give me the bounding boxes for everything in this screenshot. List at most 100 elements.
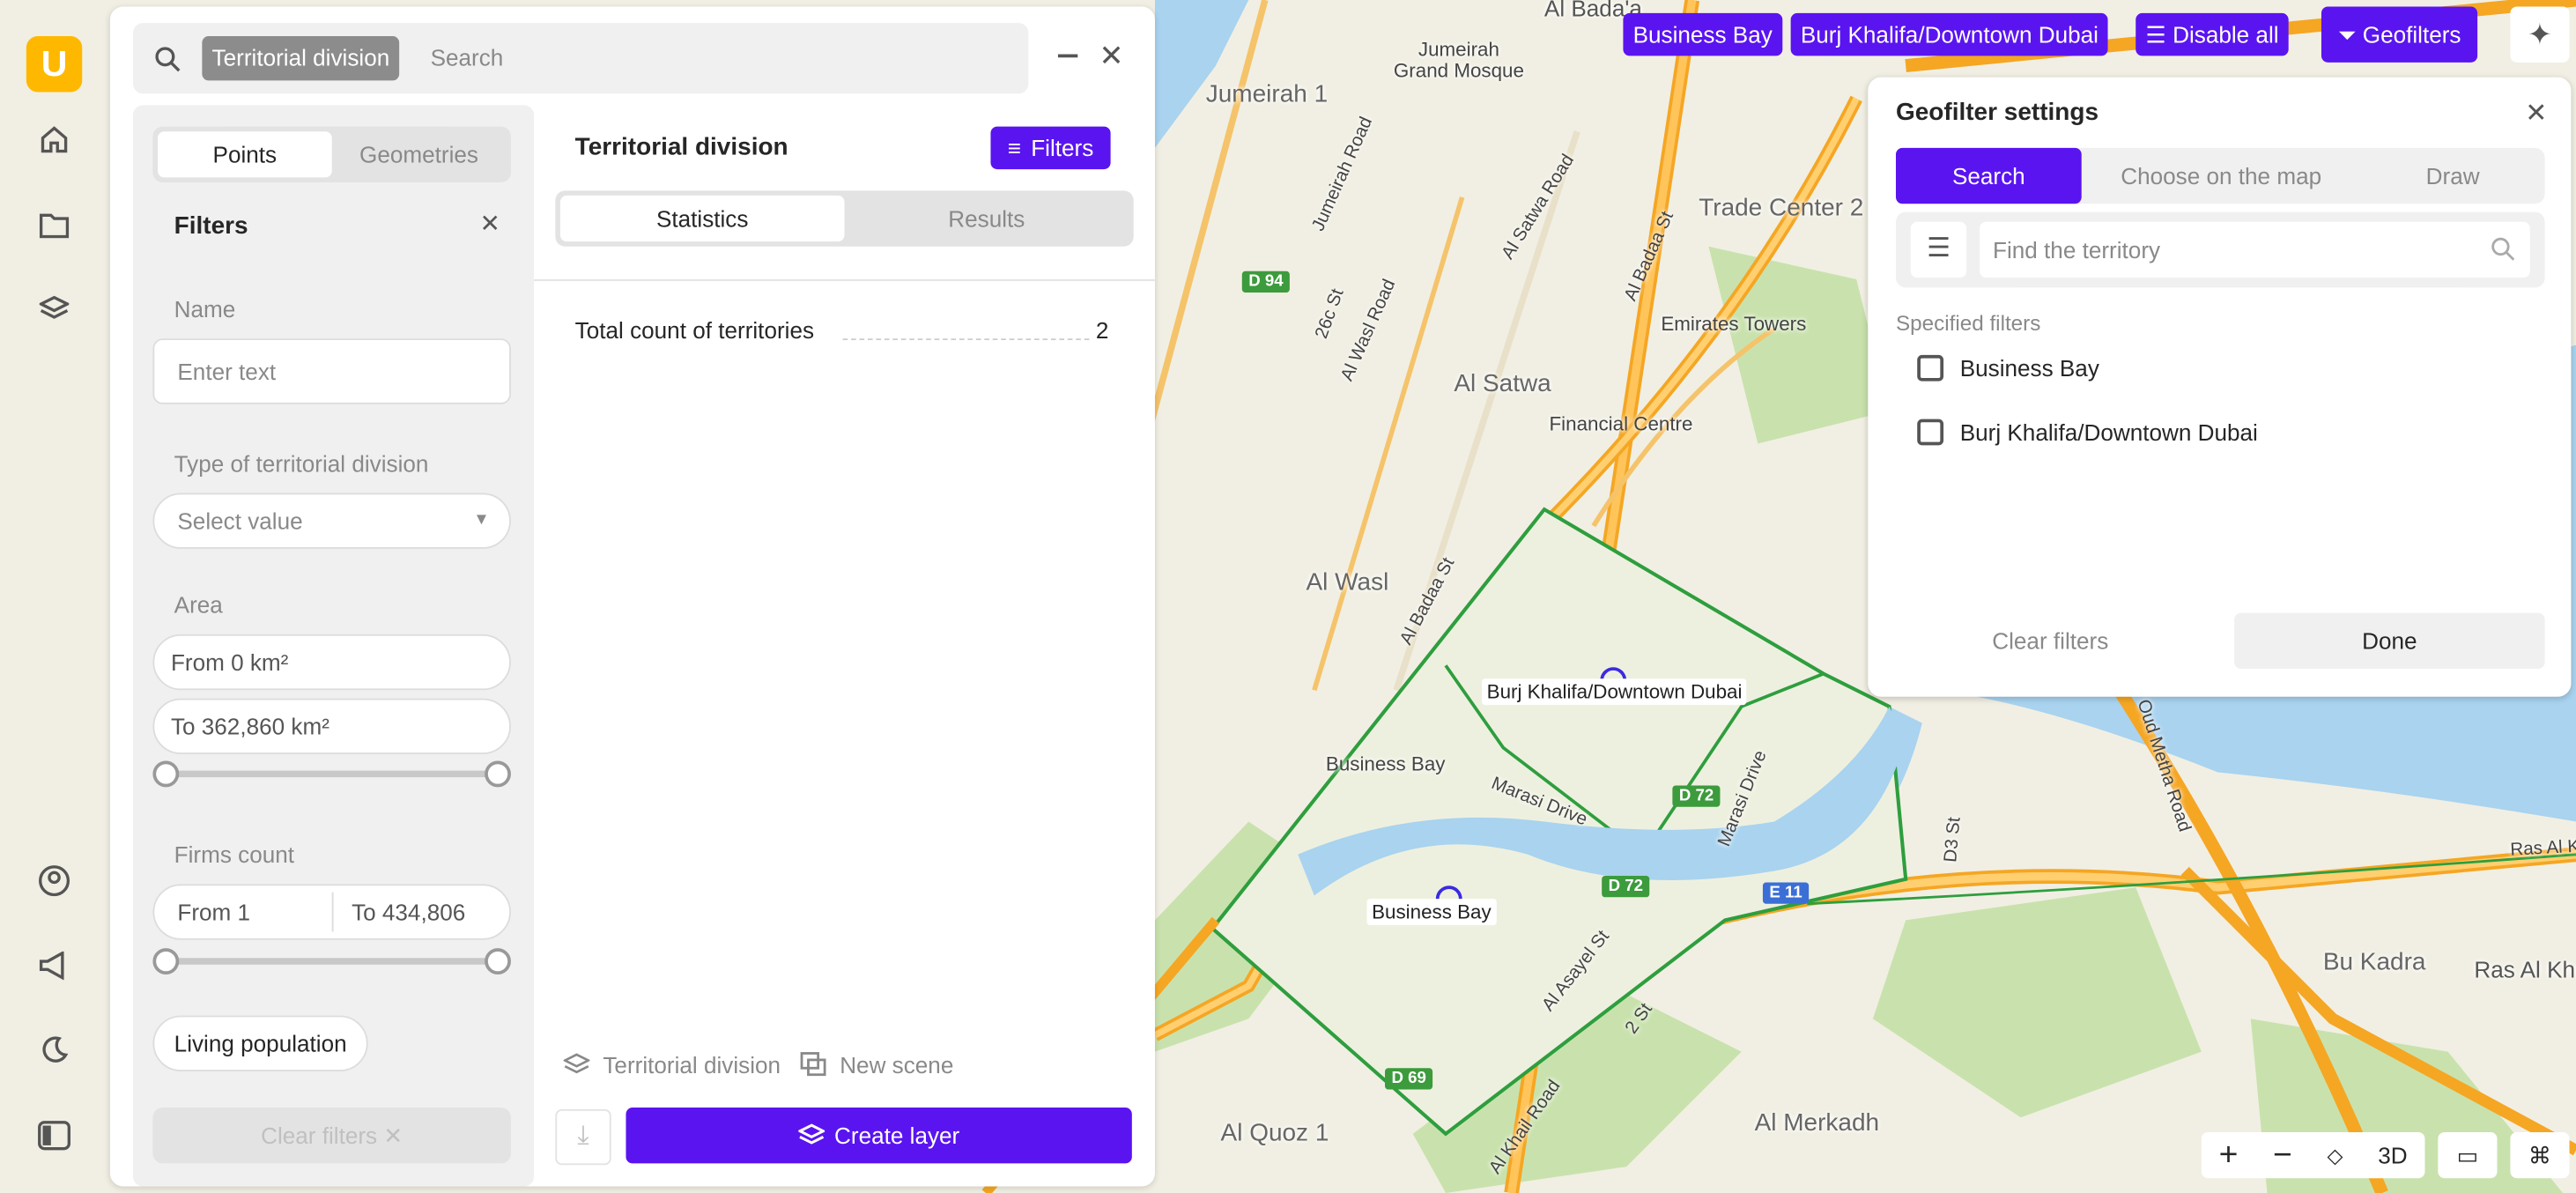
footer-layer-label: Territorial division xyxy=(603,1051,781,1078)
footer-scene-label: New scene xyxy=(840,1051,954,1078)
slider-handle[interactable] xyxy=(485,760,511,788)
ruler-icon[interactable]: ▭ xyxy=(2438,1131,2498,1179)
road-shield: E 11 xyxy=(1762,882,1810,904)
type-select[interactable]: Select value ▼ xyxy=(152,493,511,549)
done-button[interactable]: Done xyxy=(2234,612,2545,670)
street-label: D3 St xyxy=(1941,816,1965,863)
filters-button[interactable]: ≡ Filters xyxy=(990,126,1111,170)
geo-tag[interactable]: Business Bay xyxy=(1623,12,1782,56)
filters-icon: ≡ xyxy=(1007,134,1022,161)
list-icon[interactable]: ☰ xyxy=(1910,221,1967,278)
geofilter-popup: Geofilter settings ✕ Search Choose on th… xyxy=(1868,77,2572,697)
firms-range[interactable]: From 1 To 434,806 xyxy=(152,884,511,940)
clear-filters-button[interactable]: Clear filters xyxy=(1896,613,2205,669)
tab-points[interactable]: Points xyxy=(158,131,332,178)
map-label: Al Satwa xyxy=(1454,369,1551,398)
zoom-in-icon[interactable]: + xyxy=(2219,1137,2239,1174)
firms-label: Firms count xyxy=(174,841,295,868)
slider-handle[interactable] xyxy=(485,948,511,974)
sidebar-toggle-icon[interactable] xyxy=(36,1117,72,1153)
map-label: Trade Center 2 xyxy=(1699,194,1864,222)
close-filters-icon[interactable]: ✕ xyxy=(480,209,500,239)
folder-icon[interactable] xyxy=(36,207,72,243)
area-label: Area xyxy=(174,591,223,619)
map-pin-label[interactable]: Business Bay xyxy=(1366,899,1497,925)
clear-filters-label: Clear filters xyxy=(261,1122,378,1149)
name-label: Name xyxy=(174,295,236,322)
layers-icon xyxy=(563,1053,590,1074)
road-shield: D 72 xyxy=(1672,785,1721,807)
map-pin-label[interactable]: Burj Khalifa/Downtown Dubai xyxy=(1482,678,1748,706)
disable-all-button[interactable]: ☰ Disable all xyxy=(2136,12,2289,56)
tab-search[interactable]: Search xyxy=(1895,147,2082,204)
geofilter-tabs[interactable]: Search Choose on the map Draw xyxy=(1895,147,2545,204)
tab-statistics[interactable]: Statistics xyxy=(559,195,845,242)
map-label: Business Bay xyxy=(1325,752,1446,776)
panel-title: Territorial division xyxy=(574,133,788,161)
compass-icon[interactable]: ⬦ xyxy=(2327,1141,2343,1169)
zoom-out-icon[interactable]: − xyxy=(2273,1137,2292,1174)
close-icon[interactable]: ✕ xyxy=(2525,97,2547,130)
search-icon xyxy=(2491,237,2515,261)
type-label: Type of territorial division xyxy=(174,450,429,477)
firms-slider[interactable] xyxy=(152,948,511,974)
map-label: Al Wasl xyxy=(1306,568,1389,596)
slider-handle[interactable] xyxy=(152,948,180,974)
clear-filters-button[interactable]: Clear filters ✕ xyxy=(152,1108,511,1164)
stat-label: Total count of territories xyxy=(574,316,815,344)
map-label: Jumeirah 1 xyxy=(1205,80,1329,109)
results-tabs[interactable]: Statistics Results xyxy=(555,190,1134,247)
map-label: Emirates Towers xyxy=(1661,312,1807,336)
find-territory-input[interactable]: Find the territory xyxy=(1980,221,2530,278)
disable-all-label: Disable all xyxy=(2173,21,2279,48)
minimize-icon[interactable] xyxy=(1057,54,1078,58)
filters-sidebar: Points Geometries Filters ✕ Name Enter t… xyxy=(133,105,535,1187)
layers-icon[interactable] xyxy=(36,291,72,327)
tab-geometries[interactable]: Geometries xyxy=(332,131,507,177)
3d-toggle[interactable]: 3D xyxy=(2378,1142,2407,1168)
layers-icon xyxy=(798,1123,825,1145)
filter-item[interactable]: Business Bay xyxy=(1917,354,2099,382)
area-slider[interactable] xyxy=(152,760,511,788)
geofilters-button[interactable]: ⏷ Geofilters xyxy=(2321,6,2478,63)
close-icon[interactable]: ✕ xyxy=(1099,40,1124,74)
filter-item[interactable]: Burj Khalifa/Downtown Dubai xyxy=(1917,419,2258,446)
living-population-chip[interactable]: Living population xyxy=(152,1015,368,1071)
stat-value: 2 xyxy=(1095,316,1109,344)
filters-button-label: Filters xyxy=(1031,134,1094,161)
points-geometries-toggle[interactable]: Points Geometries xyxy=(152,126,511,183)
filters-title: Filters xyxy=(174,211,248,241)
megaphone-icon[interactable] xyxy=(36,948,72,984)
divider xyxy=(534,279,1155,281)
moon-icon[interactable] xyxy=(36,1032,72,1068)
search-bar[interactable]: Territorial division Search xyxy=(133,23,1029,94)
layer-panel: Territorial division Search ✕ Points Geo… xyxy=(109,6,1155,1187)
map-style-icon[interactable]: ⌘ xyxy=(2510,1131,2570,1179)
profile-icon[interactable] xyxy=(36,863,72,899)
road-shield: D 72 xyxy=(1602,876,1650,898)
area-to-input[interactable]: To 362,860 km² xyxy=(152,698,511,755)
firms-from[interactable]: From 1 xyxy=(177,899,250,925)
scene-footer: Territorial division New scene xyxy=(563,1051,954,1078)
geo-tag[interactable]: Burj Khalifa/Downtown Dubai xyxy=(1790,12,2109,56)
sparkle-icon[interactable]: ✦ xyxy=(2510,6,2570,63)
funnel-icon: ⏷ xyxy=(2337,21,2363,48)
create-layer-button[interactable]: Create layer xyxy=(625,1108,1132,1164)
chevron-down-icon: ▼ xyxy=(473,511,490,530)
app-logo[interactable]: U xyxy=(26,36,83,93)
checklist-icon: ☰ xyxy=(2145,21,2173,48)
tab-results[interactable]: Results xyxy=(845,196,1129,241)
tab-draw[interactable]: Draw xyxy=(2361,148,2545,204)
stat-leader xyxy=(842,338,1090,341)
download-icon[interactable]: ⤓ xyxy=(555,1108,611,1166)
area-from-input[interactable]: From 0 km² xyxy=(152,634,511,691)
map-area-icon xyxy=(1917,419,1944,446)
search-scope-chip[interactable]: Territorial division xyxy=(202,36,400,81)
slider-handle[interactable] xyxy=(152,760,180,788)
name-input[interactable]: Enter text xyxy=(152,338,511,404)
road-shield: D 94 xyxy=(1241,270,1291,293)
firms-to[interactable]: To 434,806 xyxy=(352,885,465,938)
tab-choose-on-map[interactable]: Choose on the map xyxy=(2082,148,2361,204)
home-icon[interactable] xyxy=(36,122,72,158)
search-input[interactable]: Search xyxy=(431,44,504,70)
